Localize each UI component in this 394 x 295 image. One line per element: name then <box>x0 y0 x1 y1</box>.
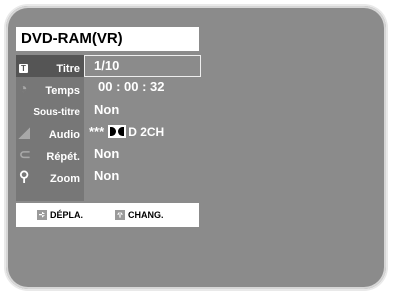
up-down-icon <box>37 209 47 220</box>
audio-stars: *** <box>89 124 105 139</box>
menu-value-sous-titre: Non <box>94 102 120 117</box>
menu-value-titre: 1/10 <box>94 58 120 73</box>
left-right-icon <box>115 209 125 220</box>
title-icon-badge: T <box>19 64 28 73</box>
menu-row-audio[interactable]: ◢ Audio *** D 2CH <box>16 121 199 143</box>
menu-row-title[interactable]: T Titre 1/10 <box>16 55 201 77</box>
help-move-label: DÉPLA. <box>50 210 84 220</box>
time-icon: ◔ <box>19 80 28 96</box>
repeat-icon: ⊂ <box>19 146 31 162</box>
menu-row-subtitle[interactable]: Sous-titre Non <box>16 99 199 121</box>
menu-label-sous-titre: Sous-titre <box>33 107 80 118</box>
menu-label-titre: Titre <box>56 63 80 75</box>
menu-label-audio: Audio <box>48 129 80 141</box>
menu-row-time[interactable]: ◔ Temps 00 : 00 : 32 <box>16 77 199 99</box>
audio-format: D 2CH <box>128 125 165 139</box>
audio-icon: ◢ <box>19 124 30 140</box>
zoom-icon: ⚲ <box>19 168 30 184</box>
help-change-label: CHANG. <box>128 210 164 220</box>
menu-value-zoom: Non <box>94 168 120 183</box>
help-bar: DÉPLA. CHANG. <box>16 203 199 227</box>
menu-value-repet: Non <box>94 146 120 161</box>
title-icon: T <box>19 58 39 74</box>
menu-label-repet: Répét. <box>46 151 80 163</box>
dolby-icon <box>108 125 127 139</box>
help-move: DÉPLA. <box>37 203 83 227</box>
menu-value-temps: 00 : 00 : 32 <box>98 79 165 94</box>
disc-type-title: DVD-RAM(VR) <box>16 27 199 51</box>
menu-value-audio: *** D 2CH <box>89 121 164 143</box>
subtitle-icon <box>19 102 39 118</box>
help-change: CHANG. <box>115 203 164 227</box>
menu-label-temps: Temps <box>45 85 80 97</box>
menu-label-zoom: Zoom <box>50 173 80 185</box>
menu-row-zoom[interactable]: ⚲ Zoom Non <box>16 165 199 187</box>
menu-row-repeat[interactable]: ⊂ Répét. Non <box>16 143 199 165</box>
